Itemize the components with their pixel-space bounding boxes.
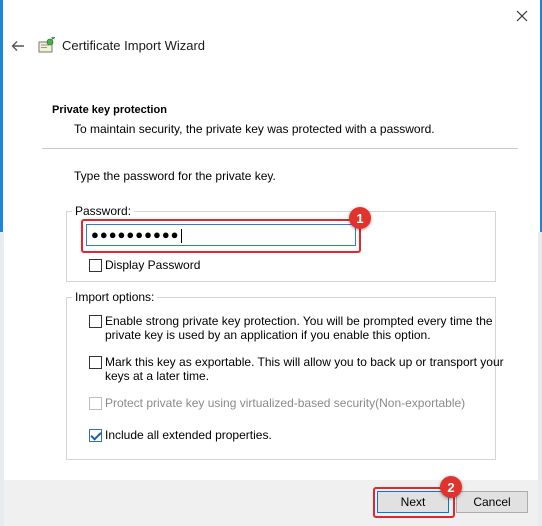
background-strip-right <box>538 232 542 526</box>
close-icon <box>516 10 528 22</box>
strong-protection-line2: private key is used by an application if… <box>105 328 431 342</box>
step-badge-1: 1 <box>349 207 371 229</box>
step-badge-2: 2 <box>440 476 462 498</box>
page-title: Private key protection <box>52 104 167 116</box>
extended-properties-checkbox[interactable] <box>89 429 102 442</box>
header-divider <box>42 148 518 149</box>
exportable-checkbox[interactable] <box>89 356 102 369</box>
strong-protection-label: Enable strong private key protection. Yo… <box>105 314 493 342</box>
exportable-label: Mark this key as exportable. This will a… <box>105 355 504 383</box>
back-arrow-icon <box>11 41 24 51</box>
strong-protection-line1: Enable strong private key protection. Yo… <box>105 314 493 328</box>
close-button[interactable] <box>508 4 536 28</box>
import-options-label: Import options: <box>75 290 155 304</box>
exportable-line1: Mark this key as exportable. This will a… <box>105 355 504 369</box>
vbs-protection-checkbox <box>89 397 102 410</box>
vbs-protection-label: Protect private key using virtualized-ba… <box>105 396 466 410</box>
display-password-label: Display Password <box>105 258 201 272</box>
exportable-line2: keys at a later time. <box>105 369 210 383</box>
page-description: To maintain security, the private key wa… <box>74 122 435 136</box>
window-edge-left <box>0 0 3 232</box>
cancel-button[interactable]: Cancel <box>456 491 528 513</box>
wizard-title: Certificate Import Wizard <box>62 38 206 53</box>
password-group-label: Password: <box>75 204 132 218</box>
password-prompt: Type the password for the private key. <box>74 169 276 183</box>
highlight-password <box>81 219 361 253</box>
certificate-icon <box>38 37 56 53</box>
extended-properties-label: Include all extended properties. <box>105 428 272 442</box>
display-password-checkbox[interactable] <box>89 259 102 272</box>
strong-protection-checkbox[interactable] <box>89 315 102 328</box>
back-button[interactable] <box>8 36 28 56</box>
